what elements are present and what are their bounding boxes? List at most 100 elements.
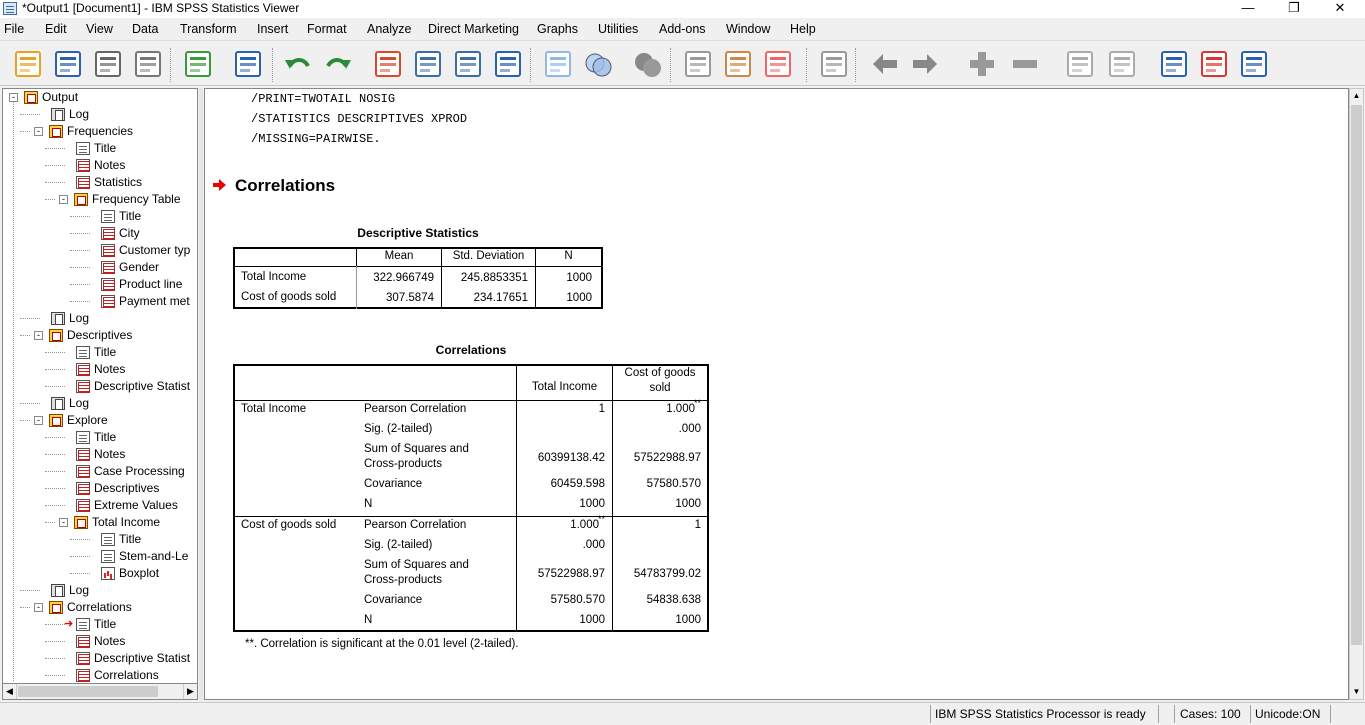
collapse-toggle-icon[interactable]: - [59,518,68,527]
collapse-icon[interactable] [1009,48,1041,80]
content-vertical-scrollbar[interactable]: ▲ ▼ [1349,88,1364,700]
export-icon[interactable] [182,48,214,80]
expand-icon[interactable] [966,48,998,80]
tree-item-log[interactable]: Log [3,310,197,327]
insert-cases-icon[interactable] [452,48,484,80]
tree-item-gender[interactable]: Gender [3,259,197,276]
tree-item-notes[interactable]: Notes [3,633,197,650]
tree-item-title[interactable]: Title [3,531,197,548]
tree-item-correlations[interactable]: - Correlations [3,599,197,616]
menu-format[interactable]: Format [307,22,347,36]
descriptive-stats-table[interactable]: Mean Std. Deviation N Total Income 322.9… [233,247,603,309]
tree-item-extreme-values[interactable]: Extreme Values [3,497,197,514]
outline-scroll-thumb[interactable] [18,686,158,697]
tree-item-notes[interactable]: Notes [3,361,197,378]
tree-item-notes[interactable]: Notes [3,446,197,463]
collapse-toggle-icon[interactable]: - [34,127,43,136]
correlations-table[interactable]: Total Income Cost of goods sold Total In… [233,364,709,632]
goto-data-icon[interactable] [372,48,404,80]
collapse-toggle-icon[interactable]: - [34,416,43,425]
outline-pane[interactable]: - Output Log - Frequencies Title Notes Statisti… [2,88,198,700]
tree-item-correlations[interactable]: Correlations [3,667,197,684]
tree-item-output[interactable]: - Output [3,89,197,106]
tree-item-payment-met[interactable]: Payment met [3,293,197,310]
forward-icon[interactable] [909,48,941,80]
tree-item-descriptive-statist[interactable]: Descriptive Statist [3,650,197,667]
tree-item-title[interactable]: Title [3,140,197,157]
undo-icon[interactable] [282,48,314,80]
tree-item-log[interactable]: Log [3,395,197,412]
collapse-toggle-icon[interactable]: - [59,195,68,204]
menu-edit[interactable]: Edit [45,22,67,36]
tree-item-descriptives[interactable]: - Descriptives [3,327,197,344]
pane-splitter[interactable] [199,88,203,700]
close-button[interactable]: ✕ [1317,0,1363,18]
menu-view[interactable]: View [86,22,113,36]
collapse-toggle-icon[interactable]: - [34,331,43,340]
menu-window[interactable]: Window [726,22,770,36]
minimize-button[interactable]: — [1225,0,1271,18]
insert-heading-icon[interactable] [1158,48,1190,80]
menu-file[interactable]: File [4,22,24,36]
tree-item-descriptives[interactable]: Descriptives [3,480,197,497]
insert-title-icon[interactable] [1198,48,1230,80]
menu-data[interactable]: Data [132,22,158,36]
menu-graphs[interactable]: Graphs [537,22,578,36]
menu-direct-marketing[interactable]: Direct Marketing [428,22,519,36]
hide-icon[interactable] [1106,48,1138,80]
create-report-icon[interactable] [722,48,754,80]
tree-item-product-line[interactable]: Product line [3,276,197,293]
goto-variable-icon[interactable] [412,48,444,80]
scroll-right-icon[interactable]: ▶ [183,684,197,699]
tree-item-title[interactable]: Title [3,429,197,446]
run-script-icon[interactable] [762,48,794,80]
tree-item-title[interactable]: Title [3,208,197,225]
recall-dialog-icon[interactable] [232,48,264,80]
outline-horizontal-scrollbar[interactable]: ◀ ▶ [2,683,198,700]
tree-item-stem-and-le[interactable]: Stem-and-Le [3,548,197,565]
print-preview-icon[interactable] [132,48,164,80]
scroll-up-icon[interactable]: ▲ [1350,89,1363,103]
menu-analyze[interactable]: Analyze [367,22,411,36]
tree-item-statistics[interactable]: Statistics [3,174,197,191]
select-outline-icon[interactable] [632,48,664,80]
collapse-toggle-icon[interactable]: - [9,93,18,102]
menu-insert[interactable]: Insert [257,22,288,36]
menu-add-ons[interactable]: Add-ons [659,22,706,36]
tree-item-frequencies[interactable]: - Frequencies [3,123,197,140]
designate-window-icon[interactable] [682,48,714,80]
tree-item-city[interactable]: City [3,225,197,242]
tree-item-title[interactable]: ➜ Title [3,616,197,633]
tree-item-boxplot[interactable]: Boxplot [3,565,197,582]
use-sets-icon[interactable] [582,48,614,80]
back-icon[interactable] [869,48,901,80]
tree-item-explore[interactable]: - Explore [3,412,197,429]
tree-item-customer-typ[interactable]: Customer typ [3,242,197,259]
tree-item-total-income[interactable]: - Total Income [3,514,197,531]
tree-item-log[interactable]: Log [3,582,197,599]
tree-item-descriptive-statist[interactable]: Descriptive Statist [3,378,197,395]
output-content-pane[interactable]: /PRINT=TWOTAIL NOSIG /STATISTICS DESCRIP… [204,88,1349,700]
tree-item-notes[interactable]: Notes [3,157,197,174]
value-labels-icon[interactable] [542,48,574,80]
open-icon[interactable] [12,48,44,80]
section-title[interactable]: Correlations [235,176,335,196]
tree-item-case-processing[interactable]: Case Processing [3,463,197,480]
redo-icon[interactable] [322,48,354,80]
insert-variable-icon[interactable] [492,48,524,80]
tree-item-title[interactable]: Title [3,344,197,361]
print-icon[interactable] [92,48,124,80]
insert-text-icon[interactable] [1238,48,1270,80]
save-icon[interactable] [52,48,84,80]
collapse-toggle-icon[interactable]: - [34,603,43,612]
toggle-icon[interactable] [818,48,850,80]
content-scroll-thumb[interactable] [1351,105,1362,645]
show-icon[interactable] [1064,48,1096,80]
tree-item-log[interactable]: Log [3,106,197,123]
scroll-down-icon[interactable]: ▼ [1350,685,1363,699]
scroll-left-icon[interactable]: ◀ [3,684,17,699]
menu-transform[interactable]: Transform [180,22,237,36]
menu-utilities[interactable]: Utilities [598,22,638,36]
tree-item-frequency-table[interactable]: - Frequency Table [3,191,197,208]
menu-help[interactable]: Help [790,22,816,36]
